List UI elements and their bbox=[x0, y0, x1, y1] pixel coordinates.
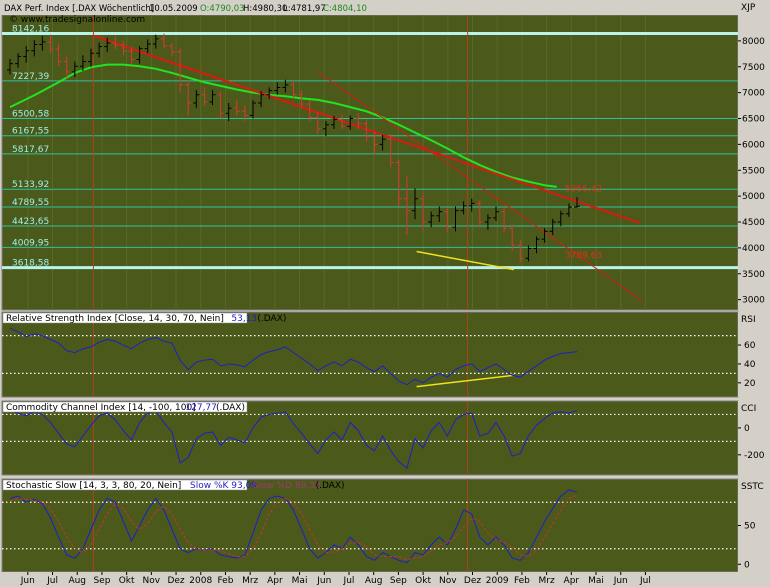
header-high: H:4980,30 bbox=[243, 4, 287, 14]
header-open: O:4790,03 bbox=[200, 4, 245, 14]
x-tick-label: Mrz bbox=[242, 576, 258, 586]
panel-0 bbox=[1, 14, 739, 311]
indicator-value: 127,77 bbox=[185, 403, 217, 413]
indicator-tick-label: -200 bbox=[744, 451, 765, 461]
x-tick-label: Jul bbox=[46, 576, 58, 586]
x-tick-label: Mai bbox=[588, 576, 604, 586]
chart-canvas: DAX Perf. Index [.DAX Wöchentlich] 10.05… bbox=[0, 0, 770, 587]
level-label: 5133,92 bbox=[12, 180, 49, 190]
x-tick-label: Aug bbox=[365, 576, 383, 586]
indicator-axis-label: RSI bbox=[741, 315, 756, 325]
x-tick-label: 2009 bbox=[486, 576, 509, 586]
indicator-suffix: (.DAX) bbox=[257, 314, 286, 324]
x-tick-label: Jul bbox=[343, 576, 355, 586]
level-label: 8142,16 bbox=[12, 25, 49, 35]
x-tick-label: Jul bbox=[639, 576, 651, 586]
indicator-tick-label: 0 bbox=[744, 560, 750, 570]
header-close: C:4804,10 bbox=[323, 4, 367, 14]
indicator-title: Stochastic Slow [14, 3, 3, 80, 20, Nein] bbox=[6, 481, 181, 491]
chart-window: DAX Perf. Index [.DAX Wöchentlich] 10.05… bbox=[0, 0, 770, 587]
indicator-tick-label: 20 bbox=[744, 379, 756, 389]
indicator-suffix: (.DAX) bbox=[316, 481, 345, 491]
x-tick-label: Aug bbox=[68, 576, 86, 586]
level-label: 3618,58 bbox=[12, 259, 49, 269]
x-tick-label: Jun bbox=[20, 576, 35, 586]
price-tick-label: 8000 bbox=[742, 37, 765, 47]
x-tick-label: Nov bbox=[439, 576, 457, 586]
x-tick-label: Mrz bbox=[539, 576, 555, 586]
price-tick-label: 4500 bbox=[742, 218, 765, 228]
axis-strip-0 bbox=[738, 15, 770, 310]
indicator-axis-label: SSTC bbox=[741, 482, 764, 492]
level-label: 5817,67 bbox=[12, 145, 49, 155]
price-tick-label: 7000 bbox=[742, 89, 765, 99]
price-tick-label: 7500 bbox=[742, 63, 765, 73]
price-tick-label: 6500 bbox=[742, 115, 765, 125]
x-tick-label: Jun bbox=[613, 576, 628, 586]
panel-1 bbox=[1, 311, 739, 398]
x-tick-label: Feb bbox=[514, 576, 530, 586]
level-label: 4423,65 bbox=[12, 217, 49, 227]
x-tick-label: Okt bbox=[415, 576, 431, 586]
price-axis-label: XJP bbox=[741, 3, 756, 13]
level-label: 7227,39 bbox=[12, 72, 49, 82]
x-tick-label: Okt bbox=[119, 576, 135, 586]
header-copyright: © www.tradesignalonline.com bbox=[9, 15, 145, 25]
level-label: 6167,55 bbox=[12, 127, 49, 137]
x-tick-label: 2008 bbox=[189, 576, 212, 586]
indicator-title: Relative Strength Index [Close, 14, 30, … bbox=[6, 314, 224, 324]
indicator-axis-label: CCI bbox=[741, 404, 756, 414]
x-tick-label: Dez bbox=[464, 576, 481, 586]
price-tick-label: 3000 bbox=[742, 296, 765, 306]
header-low: L:4781,97 bbox=[283, 4, 326, 14]
level-label: 4009,95 bbox=[12, 238, 49, 248]
indicator-tick-label: 0 bbox=[744, 424, 750, 434]
indicator-tick-label: 50 bbox=[744, 522, 756, 532]
indicator-tick-label: 60 bbox=[744, 341, 756, 351]
x-tick-label: Dez bbox=[167, 576, 184, 586]
indicator-value-2: Slow %D 89,32 bbox=[253, 481, 321, 491]
x-tick-label: Feb bbox=[217, 576, 233, 586]
x-axis-bar bbox=[0, 572, 770, 587]
price-tick-label: 6000 bbox=[742, 140, 765, 150]
indicator-tick-label: 40 bbox=[744, 360, 756, 370]
x-tick-label: Jun bbox=[316, 576, 331, 586]
indicator-suffix: (.DAX) bbox=[216, 403, 245, 413]
price-tick-label: 4000 bbox=[742, 244, 765, 254]
header-title: DAX Perf. Index [.DAX Wöchentlich] bbox=[4, 4, 154, 14]
price-tick-label: 3500 bbox=[742, 270, 765, 280]
x-tick-label: Sep bbox=[93, 576, 110, 586]
price-tick-label: 5000 bbox=[742, 192, 765, 202]
trend-value-label: 3789,63 bbox=[565, 251, 602, 261]
level-label: 6500,58 bbox=[12, 109, 49, 119]
x-tick-label: Sep bbox=[390, 576, 407, 586]
indicator-title: Commodity Channel Index [14, -100, 100] bbox=[6, 403, 196, 413]
x-tick-label: Apr bbox=[564, 576, 580, 586]
level-label: 4789,55 bbox=[12, 198, 49, 208]
header-date: 10.05.2009 bbox=[149, 4, 198, 14]
price-tick-label: 5500 bbox=[742, 166, 765, 176]
trend-value-label: 5066,42 bbox=[565, 185, 602, 195]
x-tick-label: Nov bbox=[143, 576, 161, 586]
indicator-value: 53,13 bbox=[231, 314, 257, 324]
x-tick-label: Mai bbox=[292, 576, 308, 586]
indicator-value: Slow %K 93,09 bbox=[190, 481, 257, 491]
x-tick-label: Apr bbox=[267, 576, 283, 586]
